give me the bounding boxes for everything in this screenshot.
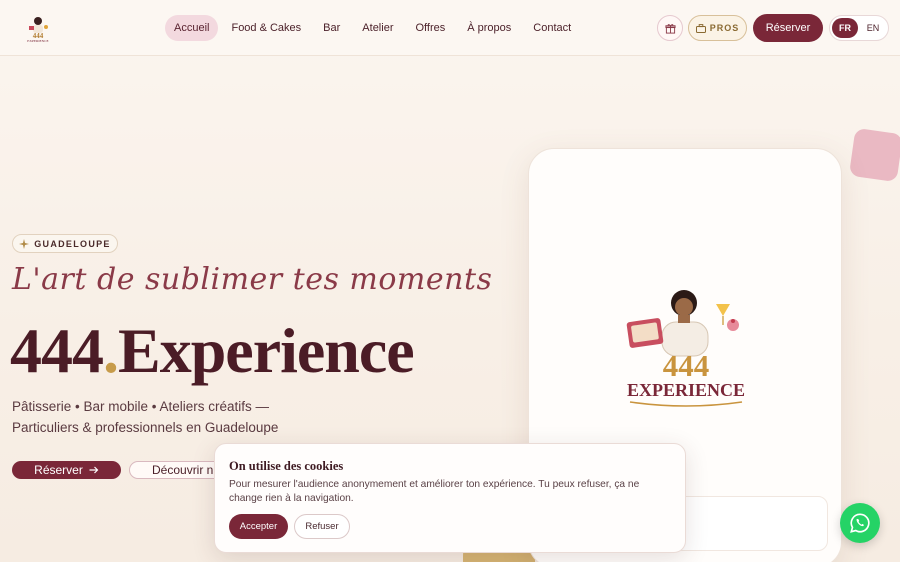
menu-item-accueil[interactable]: Accueil: [165, 15, 219, 41]
nav-reserve-button[interactable]: Réserver: [753, 14, 823, 42]
pros-button[interactable]: PROS: [688, 15, 747, 41]
whatsapp-icon: [850, 513, 870, 533]
location-badge: GUADELOUPE: [12, 234, 118, 253]
top-nav: 444 EXPERIENCE Accueil Food & Cakes Bar …: [0, 0, 900, 56]
subtitle-line-2: Particuliers & professionnels en Guadelo…: [12, 420, 279, 435]
sparkle-icon: [19, 238, 30, 249]
hero-reserve-button[interactable]: Réserver: [12, 461, 121, 479]
cookie-accept-button[interactable]: Accepter: [229, 514, 288, 539]
menu-item-atelier[interactable]: Atelier: [353, 15, 402, 41]
menu-item-bar[interactable]: Bar: [314, 15, 349, 41]
lang-en[interactable]: EN: [860, 18, 886, 38]
main-menu: Accueil Food & Cakes Bar Atelier Offres …: [165, 15, 580, 41]
brand-number: 444: [10, 315, 104, 386]
cookie-text: Pour mesurer l'audience anonymement et a…: [229, 479, 640, 504]
illustration-number: 444: [663, 348, 710, 383]
cookie-title: On utilise des cookies: [229, 459, 344, 473]
decorative-square: [848, 127, 900, 183]
brand-name: Experience: [118, 315, 415, 386]
hero-tagline: L'art de sublimer tes moments: [12, 262, 493, 297]
menu-item-contact[interactable]: Contact: [524, 15, 580, 41]
hero-title: 444.Experience: [10, 314, 415, 388]
lang-fr[interactable]: FR: [832, 18, 858, 38]
gift-icon: [664, 23, 676, 34]
menu-item-a-propos[interactable]: À propos: [458, 15, 520, 41]
briefcase-icon: [695, 23, 706, 33]
cookie-banner: On utilise des cookies Pour mesurer l'au…: [214, 443, 686, 553]
hero-reserve-label: Réserver: [34, 463, 83, 477]
pros-label: PROS: [709, 23, 740, 33]
brand-dot: .: [103, 315, 119, 386]
brand-illustration: 444 EXPERIENCE: [626, 290, 745, 407]
arrow-right-icon: [89, 466, 99, 474]
cookie-refuse-button[interactable]: Refuser: [294, 514, 350, 539]
illustration-name: EXPERIENCE: [627, 380, 745, 400]
badge-label: GUADELOUPE: [34, 238, 111, 249]
language-switcher: FR EN: [829, 15, 889, 41]
logo-icon[interactable]: 444 EXPERIENCE: [22, 12, 54, 44]
hero-subtitle: Pâtisserie • Bar mobile • Ateliers créat…: [12, 396, 312, 438]
gift-button[interactable]: [657, 15, 683, 41]
svg-text:EXPERIENCE: EXPERIENCE: [27, 39, 48, 43]
whatsapp-button[interactable]: [840, 503, 880, 543]
menu-item-food-cakes[interactable]: Food & Cakes: [222, 15, 310, 41]
menu-item-offres[interactable]: Offres: [406, 15, 454, 41]
subtitle-line-1: Pâtisserie • Bar mobile • Ateliers créat…: [12, 399, 270, 414]
